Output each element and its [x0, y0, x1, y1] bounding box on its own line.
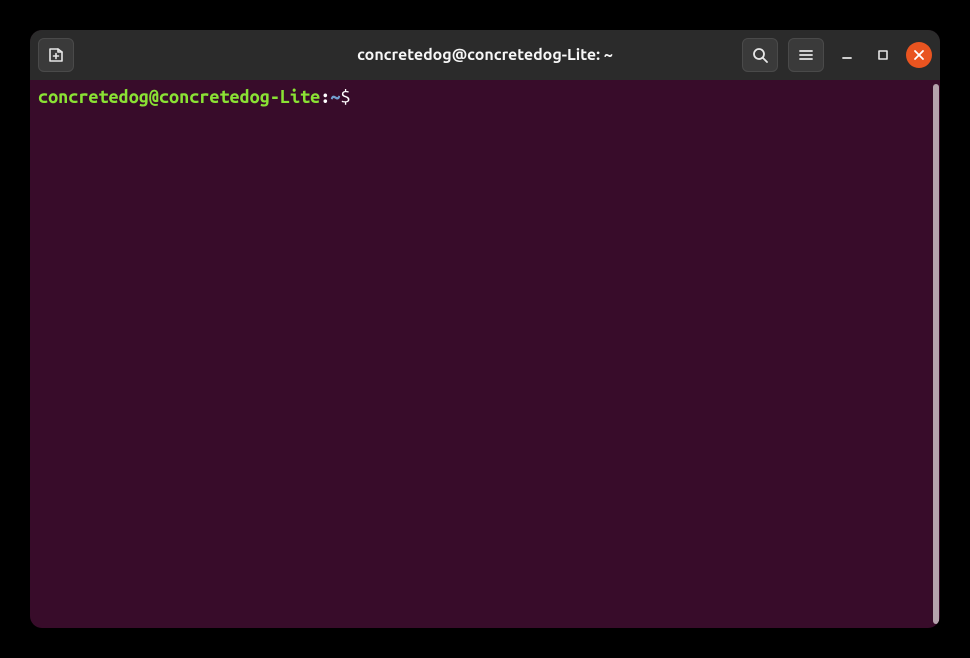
search-button[interactable] [742, 38, 778, 72]
prompt-userhost: concretedog@concretedog-Lite [38, 87, 320, 107]
terminal-viewport[interactable]: concretedog@concretedog-Lite:~$ [30, 80, 932, 628]
search-icon [751, 46, 769, 64]
minimize-button[interactable] [834, 42, 860, 68]
titlebar-left [38, 38, 74, 72]
prompt-sigil: $ [340, 87, 350, 107]
maximize-button[interactable] [870, 42, 896, 68]
scrollbar[interactable] [932, 80, 940, 628]
new-tab-icon [47, 46, 65, 64]
close-icon [913, 49, 925, 61]
close-button[interactable] [906, 42, 932, 68]
terminal-window: concretedog@concretedog-Lite: ~ [30, 30, 940, 628]
menu-button[interactable] [788, 38, 824, 72]
terminal-area: concretedog@concretedog-Lite:~$ [30, 80, 940, 628]
prompt-path: ~ [330, 87, 340, 107]
maximize-icon [876, 48, 890, 62]
menu-icon [797, 46, 815, 64]
minimize-icon [840, 48, 854, 62]
titlebar: concretedog@concretedog-Lite: ~ [30, 30, 940, 80]
new-tab-button[interactable] [38, 38, 74, 72]
titlebar-right [742, 38, 932, 72]
prompt-colon: : [320, 87, 330, 107]
scrollbar-thumb[interactable] [933, 84, 939, 624]
